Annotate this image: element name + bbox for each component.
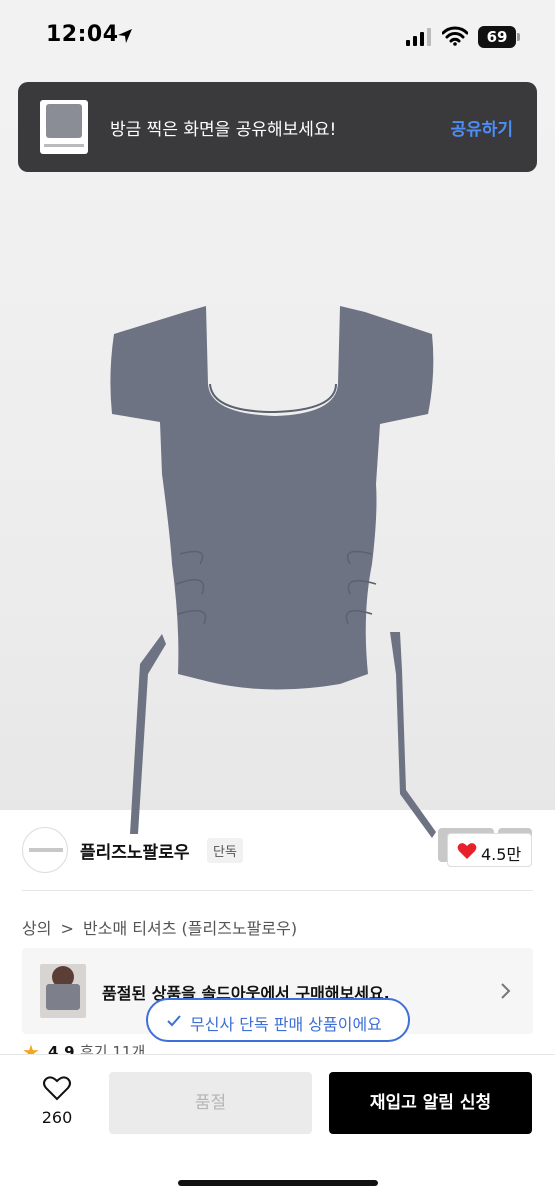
product-image[interactable]: 2 / 4 xyxy=(0,74,555,862)
breadcrumb-separator: > xyxy=(60,919,74,938)
heart-outline-icon xyxy=(43,1076,71,1101)
location-arrow-icon xyxy=(118,29,132,43)
brand-logo[interactable] xyxy=(22,827,68,873)
exclusive-badge: 무신사 단독 판매 상품이에요 xyxy=(146,998,410,1042)
share-message: 방금 찍은 화면을 공유해보세요! xyxy=(110,120,337,140)
brand-like-count: 4.5만 xyxy=(481,845,522,864)
soldout-thumbnail xyxy=(40,964,86,1018)
share-screenshot-banner[interactable]: 방금 찍은 화면을 공유해보세요! 공유하기 xyxy=(18,82,537,172)
wifi-icon xyxy=(442,26,468,46)
product-photo-shirt xyxy=(110,306,436,838)
thumbnail-line xyxy=(44,144,84,147)
breadcrumb-category[interactable]: 상의 xyxy=(22,919,51,938)
thumbnail-shirt xyxy=(46,104,82,138)
share-button[interactable]: 공유하기 xyxy=(450,115,513,140)
wishlist-count: 260 xyxy=(41,1108,73,1127)
exclusive-badge-text: 무신사 단독 판매 상품이에요 xyxy=(190,1015,382,1034)
battery-indicator: 69 xyxy=(478,26,516,48)
cellular-signal-icon xyxy=(406,28,431,46)
heart-icon xyxy=(457,843,477,859)
restock-alert-button[interactable]: 재입고 알림 신청 xyxy=(329,1072,532,1134)
status-bar: 12:04 69 xyxy=(0,0,555,74)
chevron-right-icon xyxy=(501,983,511,999)
home-indicator xyxy=(178,1180,378,1186)
divider xyxy=(22,890,533,891)
brand-like-button[interactable]: 4.5만 xyxy=(447,833,532,867)
battery-tip xyxy=(517,33,520,41)
exclusive-tag: 단독 xyxy=(207,838,243,863)
status-time: 12:04 xyxy=(46,22,119,47)
brand-name[interactable]: 플리즈노팔로우 xyxy=(80,838,189,863)
soldout-button: 품절 xyxy=(109,1072,312,1134)
screenshot-thumbnail xyxy=(40,100,88,154)
breadcrumb-subcategory[interactable]: 반소매 티셔츠 (플리즈노팔로우) xyxy=(83,919,297,938)
checkmark-icon xyxy=(167,1015,181,1027)
wishlist-button[interactable]: 260 xyxy=(32,1074,82,1134)
breadcrumb: 상의 > 반소매 티셔츠 (플리즈노팔로우) xyxy=(22,915,301,939)
